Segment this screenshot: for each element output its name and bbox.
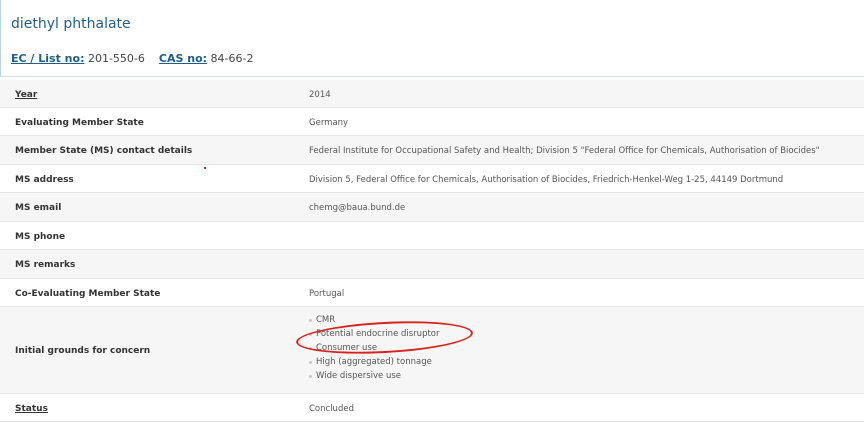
status-label[interactable]: Status (15, 404, 48, 414)
substance-name: diethyl phthalate (11, 16, 131, 32)
row-co-evaluating: Co-Evaluating Member State Portugal (0, 279, 864, 307)
annotation-dot (204, 167, 206, 169)
row-ms-address: MS address Division 5, Federal Office fo… (0, 165, 864, 193)
ms-email-label: MS email (15, 203, 62, 213)
ms-phone-label: MS phone (15, 232, 66, 242)
ms-email-value[interactable]: chemg@baua.bund.de (309, 203, 405, 213)
contact-details-value: Federal Institute for Occupational Safet… (309, 146, 820, 156)
ms-address-label: MS address (15, 175, 74, 185)
row-contact-details: Member State (MS) contact details Federa… (0, 136, 864, 165)
cas-value: 84-66-2 (210, 52, 254, 65)
evaluating-state-label: Evaluating Member State (15, 118, 144, 128)
year-label[interactable]: Year (15, 90, 37, 100)
grounds-item: Wide dispersive use (309, 369, 440, 383)
row-ms-phone: MS phone (0, 222, 864, 250)
row-ms-email: MS email chemg@baua.bund.de (0, 193, 864, 222)
ms-address-value: Division 5, Federal Office for Chemicals… (309, 175, 784, 185)
row-year: Year 2014 (0, 80, 864, 108)
row-ms-remarks: MS remarks (0, 250, 864, 279)
contact-details-label: Member State (MS) contact details (15, 146, 193, 156)
cas-label[interactable]: CAS no: (159, 52, 207, 65)
substance-identifiers: EC / List no: 201-550-6 CAS no: 84-66-2 (11, 52, 253, 65)
ec-value: 201-550-6 (87, 52, 145, 65)
ms-remarks-label: MS remarks (15, 260, 76, 270)
substance-header: diethyl phthalate EC / List no: 201-550-… (0, 0, 864, 77)
ec-label[interactable]: EC / List no: (11, 52, 84, 65)
year-value: 2014 (309, 90, 331, 100)
status-value: Concluded (309, 404, 354, 414)
row-status: Status Concluded (0, 394, 864, 422)
row-grounds: Initial grounds for concern CMR Potentia… (0, 307, 864, 394)
grounds-item: High (aggregated) tonnage (309, 355, 440, 369)
row-evaluating-state: Evaluating Member State Germany (0, 108, 864, 136)
grounds-label: Initial grounds for concern (15, 346, 151, 356)
co-evaluating-value: Portugal (309, 289, 345, 299)
co-evaluating-label: Co-Evaluating Member State (15, 289, 161, 299)
evaluating-state-value: Germany (309, 118, 349, 128)
